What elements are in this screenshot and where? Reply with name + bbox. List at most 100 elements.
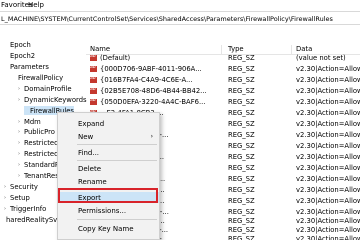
ctx-expand[interactable]: Expand [58,118,159,129]
value-type: REG_SZ [228,76,255,84]
value-data: v2.30|Action=Allow [296,208,360,216]
table-row[interactable]: {000D706-9ABF-4011-906A... REG_SZ v2.30|Ac… [86,64,360,73]
value-data: v2.30|Action=Allow [296,226,360,234]
tree-item[interactable]: › DynamicKeywords [18,95,87,104]
value-name: {050D0EFA-3220-4A4C-BAF6... [90,98,205,106]
tree-item-label: Restricted [24,138,59,147]
tree-item[interactable]: › PublicPro [18,127,55,136]
tree-item-label: DomainProfile [24,84,72,93]
tree-item[interactable]: Epoch [4,40,31,49]
value-name: {02B5E708-48D6-4B44-BB42... [90,87,207,95]
reg-sz-icon [90,65,97,72]
menu-help[interactable]: Help [28,1,44,9]
value-type: REG_SZ [228,153,255,161]
value-name-text: {050D0EFA-3220-4A4C-BAF6... [100,98,206,106]
value-type: REG_SZ [228,175,255,183]
value-data: v2.30|Action=Allow [296,98,360,106]
value-type: REG_SZ [228,98,255,106]
tree-item[interactable]: FirewallPolicy [12,73,63,82]
value-data: v2.30|Action=Allow [296,235,360,240]
value-data: v2.30|Action=Allow [296,109,360,117]
value-type: REG_SZ [228,164,255,172]
ctx-separator [77,160,157,161]
value-type: REG_SZ [228,208,255,216]
value-type: REG_SZ [228,109,255,117]
tree-item[interactable]: › TenantRes [18,171,59,180]
ctx-permissions[interactable]: Permissions... [58,205,159,216]
tree-item[interactable]: › Mdm [18,117,41,126]
ctx-separator [77,144,157,145]
tree-item[interactable]: haredRealitySvc [0,215,61,224]
reg-sz-icon [90,54,97,61]
address-path: L_MACHINE\SYSTEM\CurrentControlSet\Servi… [1,15,333,23]
tree-item-label: DynamicKeywords [24,95,87,104]
tree-item-label: TriggerInfo [10,204,47,213]
ctx-find[interactable]: Find... [58,147,159,158]
tree-item-label: Security [10,182,38,191]
reg-sz-icon [90,98,97,105]
value-name-text: (Default) [100,54,131,62]
value-type: REG_SZ [228,87,255,95]
ctx-rename[interactable]: Rename [58,176,159,187]
value-type: REG_SZ [228,186,255,194]
tree-item-label: TenantRes [24,171,59,180]
context-menu: Expand New › Find... Delete Rename Expor… [57,112,160,240]
tree-item-label: StandardP [24,160,60,169]
ctx-delete[interactable]: Delete [58,163,159,174]
export-callout-box [58,188,158,203]
tree-item[interactable]: Parameters [4,62,49,71]
tree-item-label: Mdm [24,117,41,126]
value-type: REG_SZ [228,217,255,225]
value-data: v2.30|Action=Allow [296,197,360,205]
value-data: v2.30|Action=Allow [296,186,360,194]
table-row[interactable]: {050D0EFA-3220-4A4C-BAF6... REG_SZ v2.30|A… [86,97,360,106]
address-bar[interactable]: L_MACHINE\SYSTEM\CurrentControlSet\Servi… [0,11,360,25]
ctx-copy-key-name[interactable]: Copy Key Name [58,223,159,234]
tree-item-label: Restricted [24,149,59,158]
value-type: REG_SZ [228,131,255,139]
reg-sz-icon [90,76,97,83]
value-type: REG_SZ [228,226,255,234]
value-type: REG_SZ [228,197,255,205]
tree-item[interactable]: Epoch2 [4,51,35,60]
table-row[interactable]: {016B7FA4-C4A9-4C6E-A... REG_SZ v2.30|Acti… [86,75,360,84]
value-data: v2.30|Action=Allow [296,76,360,84]
value-data: v2.30|Action=Allow [296,175,360,183]
tree-item-label: haredRealitySvc [6,215,61,224]
value-data: v2.30|Action=Allow [296,142,360,150]
value-data: (value not set) [296,54,346,62]
tree-item[interactable]: › Setup [4,193,30,202]
table-row[interactable]: {02B5E708-48D6-4B44-BB42... REG_SZ v2.30|A… [86,86,360,95]
table-row[interactable]: (Default) REG_SZ (value not set) [86,53,360,62]
tree-item-label: FirewallPolicy [18,73,64,82]
chevron-right-icon: › [150,133,153,140]
tree-item[interactable]: › DomainProfile [18,84,72,93]
tree-item-label: Setup [10,193,30,202]
value-data: v2.30|Action=Allow [296,120,360,128]
value-data: v2.30|Action=Allow [296,217,360,225]
tree-item[interactable]: › Restricted [18,149,58,158]
value-type: REG_SZ [228,65,255,73]
value-data: v2.30|Action=Allow [296,131,360,139]
tree-item-label: Parameters [10,62,49,71]
tree-item[interactable]: › TriggerInfo [4,204,46,213]
tree-item[interactable]: › Restricted [18,138,58,147]
tree-item-label: Epoch [10,40,31,49]
ctx-separator [77,219,157,220]
tree-item-label: PublicPro [24,127,55,136]
value-data: v2.30|Action=Allow [296,164,360,172]
menu-bar: Favorites Help [0,0,360,11]
value-type: REG_SZ [228,54,255,62]
value-name-text: {000D706-9ABF-4011-906A... [100,65,202,73]
value-name-text: {02B5E708-48D6-4B44-BB42... [100,87,207,95]
tree-item[interactable]: › Security [4,182,38,191]
ctx-new[interactable]: New › [58,131,159,142]
value-name-text: {016B7FA4-C4A9-4C6E-A... [100,76,193,84]
tree-item[interactable]: › StandardP [18,160,59,169]
value-type: REG_SZ [228,142,255,150]
value-name: {000D706-9ABF-4011-906A... [90,65,202,73]
value-name: (Default) [90,54,130,62]
value-data: v2.30|Action=Allow [296,65,360,73]
value-type: REG_SZ [228,120,255,128]
reg-sz-icon [90,87,97,94]
